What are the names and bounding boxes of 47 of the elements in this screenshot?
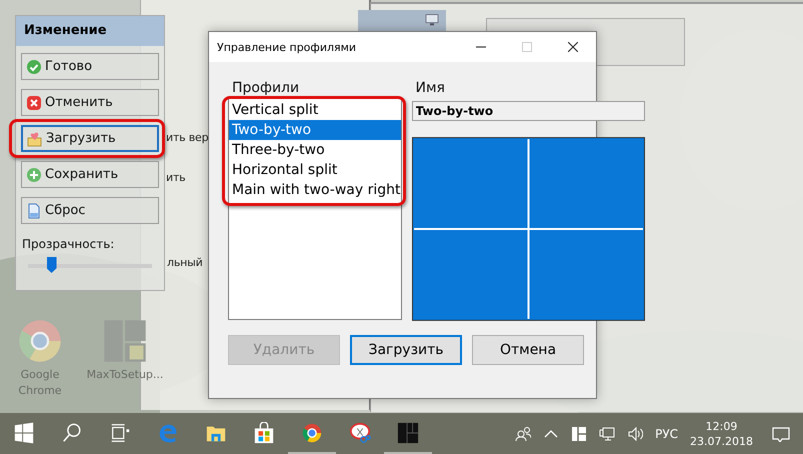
list-label: Профили: [232, 79, 300, 98]
list-item[interactable]: Three-by-two: [229, 140, 400, 160]
window-text: ить вер: [166, 131, 208, 144]
language-button[interactable]: РУС: [649, 413, 684, 454]
clock-time: 12:09: [706, 418, 738, 434]
folder-icon: [27, 130, 43, 146]
field-label: Имя: [416, 79, 446, 98]
check-icon: [26, 58, 42, 74]
panel-button[interactable]: Готово: [21, 53, 159, 80]
window-text: ить: [166, 171, 186, 184]
clock[interactable]: 12:09 23.07.2018: [684, 413, 759, 454]
people-icon: [515, 426, 532, 442]
layout-icon: [397, 422, 419, 444]
search-icon: [61, 422, 83, 444]
scissors-icon: [349, 422, 371, 444]
slider-thumb[interactable]: [46, 257, 57, 273]
chrome-icon: [301, 422, 323, 444]
list-item[interactable]: Vertical split: [229, 100, 400, 120]
plus-icon: [26, 166, 42, 182]
list-item[interactable]: Main with two-way right: [229, 180, 400, 200]
window-text: льный: [167, 256, 203, 269]
list-item[interactable]: Horizontal split: [229, 160, 400, 180]
volume-icon: [627, 426, 644, 442]
document-icon: [26, 202, 42, 218]
panel-button[interactable]: Отменить: [21, 89, 159, 116]
cross-icon: [26, 94, 42, 110]
panel-button[interactable]: Загрузить: [21, 125, 159, 152]
dialog-button[interactable]: Загрузить: [350, 335, 462, 365]
slider-label: Прозрачность:: [22, 237, 116, 251]
name-field[interactable]: Two-by-two: [412, 101, 644, 121]
notification-icon: [771, 426, 791, 442]
network-icon: [599, 426, 616, 442]
layout-icon: [102, 318, 148, 364]
window-title: Управление профилями: [216, 40, 356, 54]
chrome-icon: [17, 318, 63, 364]
dialog-button[interactable]: Отмена: [472, 335, 584, 365]
task-view-icon: [109, 422, 131, 444]
start-icon: [13, 422, 35, 444]
list-item[interactable]: Two-by-two: [229, 120, 400, 140]
panel-button[interactable]: Сохранить: [21, 161, 159, 188]
close-icon: [568, 42, 578, 52]
shopping-bag-icon: [253, 422, 275, 444]
maximize-icon: [522, 42, 532, 52]
layout-tray-icon: [571, 426, 588, 442]
panel-title: Изменение: [16, 16, 164, 46]
clock-date: 23.07.2018: [690, 434, 753, 448]
panel-button[interactable]: Сброс: [21, 197, 159, 224]
